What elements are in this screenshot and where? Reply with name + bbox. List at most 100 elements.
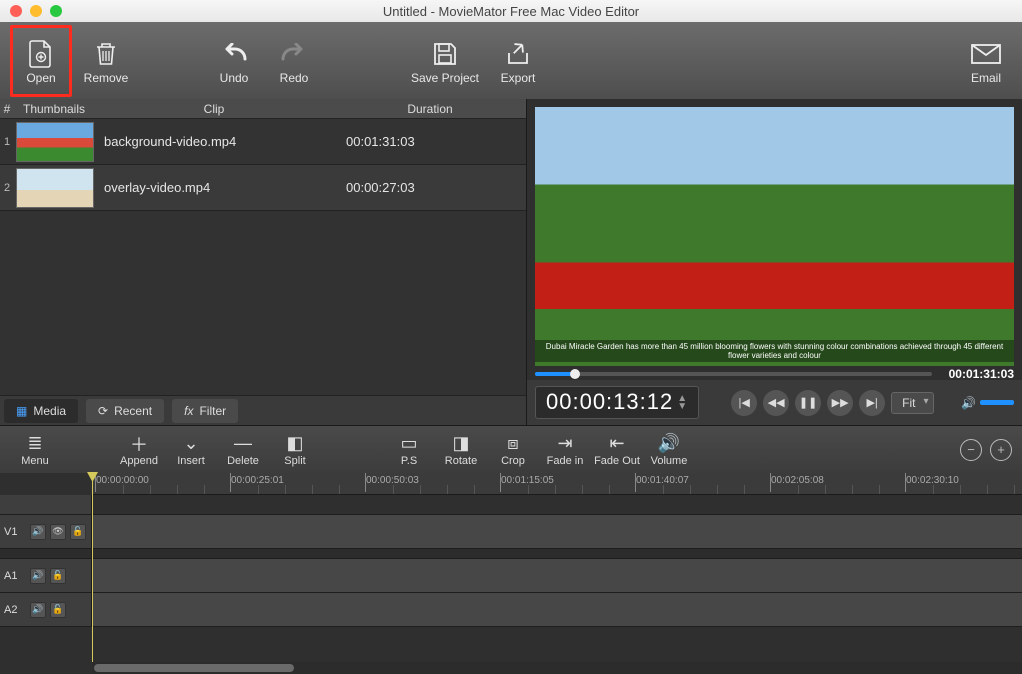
filter-icon: fx (184, 404, 193, 418)
mute-button[interactable]: 🔊 (30, 602, 46, 618)
fit-label: Fit (902, 396, 915, 410)
timeline-menu-button[interactable]: ≣ Menu (10, 433, 60, 467)
ps-label: P.S (401, 455, 417, 467)
menu-label: Menu (21, 455, 49, 467)
save-icon (431, 37, 459, 71)
redo-label: Redo (280, 71, 309, 85)
undo-icon (219, 37, 249, 71)
clip-row[interactable]: 2 overlay-video.mp4 00:00:27:03 (0, 165, 526, 211)
recent-icon: ⟳ (98, 404, 108, 418)
preview-caption: Dubai Miracle Garden has more than 45 mi… (535, 340, 1014, 362)
scrub-knob[interactable] (570, 369, 580, 379)
insert-button[interactable]: ⌄ Insert (166, 433, 216, 467)
rewind-button[interactable]: ◀◀ (763, 390, 789, 416)
zoom-fit-select[interactable]: Fit (891, 392, 934, 414)
fade-out-icon: ⇤ (609, 433, 624, 455)
header-num: # (0, 102, 14, 116)
save-project-button[interactable]: Save Project (406, 29, 484, 93)
export-button[interactable]: Export (492, 29, 544, 93)
track-head-v1: V1 🔊 👁 🔓 (0, 515, 92, 548)
redo-button[interactable]: Redo (268, 29, 320, 93)
delete-label: Delete (227, 455, 259, 467)
remove-label: Remove (84, 71, 129, 85)
timeline-scrollbar[interactable] (92, 662, 1022, 674)
skip-end-button[interactable]: ▶| (859, 390, 885, 416)
minimize-window-button[interactable] (30, 5, 42, 17)
window-controls (0, 5, 62, 17)
clip-duration: 00:00:27:03 (334, 180, 526, 195)
insert-label: Insert (177, 455, 205, 467)
window-title: Untitled - MovieMator Free Mac Video Edi… (0, 4, 1022, 19)
lock-button[interactable]: 🔓 (50, 568, 66, 584)
remove-button[interactable]: Remove (80, 29, 132, 93)
zoom-in-button[interactable]: + (990, 439, 1012, 461)
export-icon (504, 37, 532, 71)
visibility-button[interactable]: 👁 (50, 524, 66, 540)
crop-button[interactable]: ⧈ Crop (488, 433, 538, 467)
forward-button[interactable]: ▶▶ (827, 390, 853, 416)
close-window-button[interactable] (10, 5, 22, 17)
track-head-a2: A2 🔊 🔓 (0, 593, 92, 626)
split-button[interactable]: ◧ Split (270, 433, 320, 467)
redo-icon (279, 37, 309, 71)
scrollbar-thumb[interactable] (94, 664, 294, 672)
volume-button[interactable]: 🔊 Volume (644, 433, 694, 467)
undo-button[interactable]: Undo (208, 29, 260, 93)
tab-media-label: Media (33, 404, 66, 418)
mute-button[interactable]: 🔊 (30, 524, 46, 540)
total-time: 00:01:31:03 (938, 367, 1014, 381)
track-body[interactable] (92, 559, 1022, 592)
playhead[interactable] (92, 473, 93, 662)
titlebar: Untitled - MovieMator Free Mac Video Edi… (0, 0, 1022, 22)
timecode-stepper[interactable]: ▲▼ (677, 395, 688, 411)
clip-name: overlay-video.mp4 (96, 180, 334, 195)
minus-icon: — (234, 433, 252, 455)
fade-in-icon: ⇥ (557, 433, 572, 455)
volume-slider[interactable] (980, 400, 1014, 405)
track-body[interactable] (92, 495, 1022, 514)
delete-button[interactable]: — Delete (218, 433, 268, 467)
fade-out-button[interactable]: ⇤ Fade Out (592, 433, 642, 467)
open-file-icon (27, 37, 55, 71)
media-tabs: ▦ Media ⟳ Recent fx Filter (0, 395, 526, 425)
tab-media[interactable]: ▦ Media (4, 399, 78, 423)
skip-start-button[interactable]: |◀ (731, 390, 757, 416)
clip-table-header: # Thumbnails Clip Duration (0, 99, 526, 119)
tab-filter-label: Filter (199, 404, 226, 418)
lock-button[interactable]: 🔓 (70, 524, 86, 540)
tab-filter[interactable]: fx Filter (172, 399, 238, 423)
track-body[interactable] (92, 515, 1022, 548)
crop-icon: ⧈ (507, 433, 518, 455)
zoom-window-button[interactable] (50, 5, 62, 17)
fadeout-label: Fade Out (594, 455, 640, 467)
timeline-ruler[interactable]: 00:00:00:0000:00:25:0100:00:50:0300:01:1… (92, 473, 1022, 495)
track-label: A2 (4, 604, 26, 616)
header-clip: Clip (94, 102, 334, 116)
preview-viewport[interactable]: Dubai Miracle Garden has more than 45 mi… (535, 107, 1014, 366)
mute-button[interactable]: 🔊 (30, 568, 46, 584)
track-head-spacer (0, 495, 92, 514)
append-button[interactable]: ＋ Append (114, 433, 164, 467)
volume-control: 🔊 (961, 396, 1014, 410)
fade-in-button[interactable]: ⇥ Fade in (540, 433, 590, 467)
scrub-track[interactable] (535, 372, 932, 376)
email-label: Email (971, 71, 1001, 85)
track-body[interactable] (92, 593, 1022, 626)
rotate-label: Rotate (445, 455, 477, 467)
zoom-out-button[interactable]: − (960, 439, 982, 461)
speaker-icon[interactable]: 🔊 (961, 396, 976, 410)
track-label: V1 (4, 526, 26, 538)
open-button[interactable]: Open (15, 29, 67, 93)
rotate-button[interactable]: ◨ Rotate (436, 433, 486, 467)
track-spacer (0, 549, 1022, 559)
email-icon (970, 37, 1002, 71)
timeline-toolbar: ≣ Menu ＋ Append ⌄ Insert — Delete ◧ Spli… (0, 425, 1022, 473)
email-button[interactable]: Email (960, 29, 1012, 93)
lock-button[interactable]: 🔓 (50, 602, 66, 618)
tab-recent[interactable]: ⟳ Recent (86, 399, 164, 423)
ps-button[interactable]: ▭ P.S (384, 433, 434, 467)
clip-row[interactable]: 1 background-video.mp4 00:01:31:03 (0, 119, 526, 165)
scrub-bar: 00:01:31:03 (535, 368, 1014, 380)
timecode-field[interactable]: 00:00:13:12▲▼ (535, 386, 699, 419)
pause-button[interactable]: ❚❚ (795, 390, 821, 416)
